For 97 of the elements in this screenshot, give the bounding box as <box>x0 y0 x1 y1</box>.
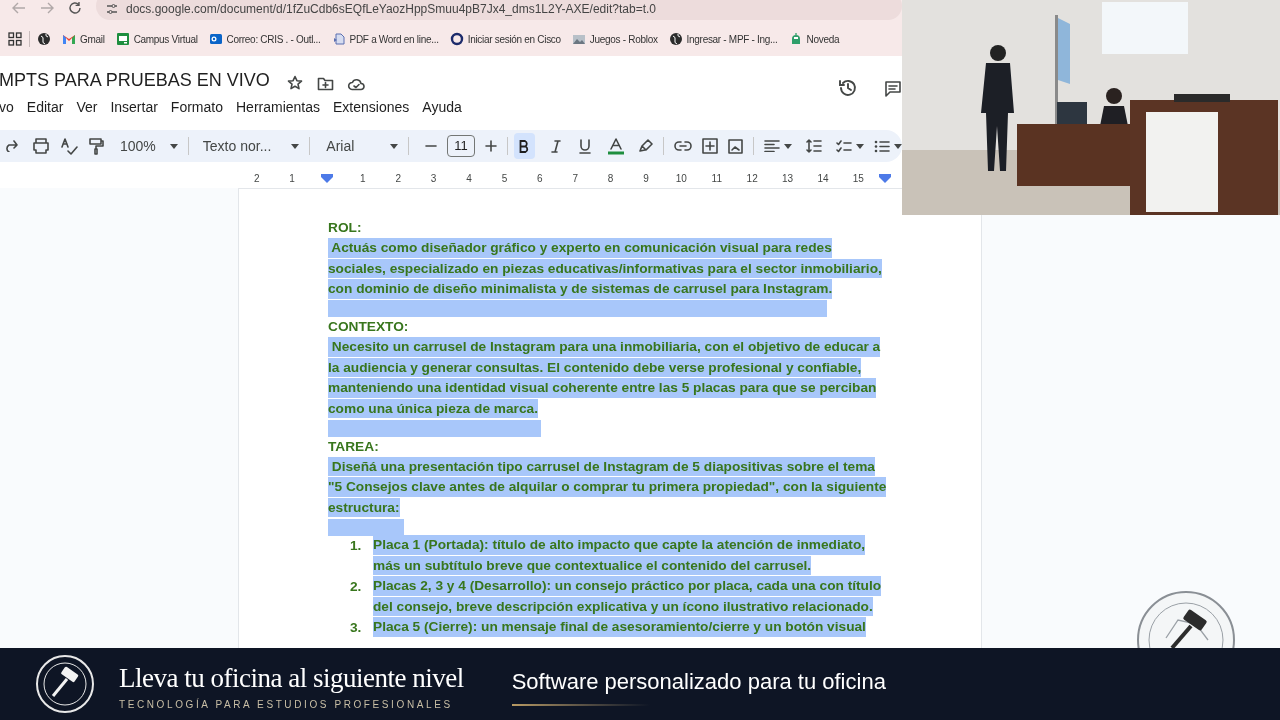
menu-item[interactable]: Ver <box>76 96 98 118</box>
caret-icon[interactable] <box>856 143 864 149</box>
bookmark[interactable]: Noveda <box>788 31 840 47</box>
tune-icon[interactable] <box>106 3 118 15</box>
star-icon[interactable] <box>286 75 303 91</box>
bulleted-list-icon[interactable] <box>874 139 890 153</box>
url-text: docs.google.com/document/d/1fZuCdb6sEQfLeYaozHppSmuu4pB7Jx4_dms1L2Y-AXE/edit?tab=t.0 <box>126 1 656 18</box>
align-left-icon[interactable] <box>764 140 780 152</box>
checklist-icon[interactable] <box>836 139 852 153</box>
bookmark[interactable]: Campus Virtual <box>115 31 198 47</box>
seal-icon <box>1136 588 1236 648</box>
ruler-number: 14 <box>816 171 830 186</box>
paragraph: Actuás como diseñador gráfico y experto en comunicación visual para redes sociales, especializado en piezas educativas/informativas para el sector inmobiliario, con dominio de diseño minimalista y de sistemas de carrusel para Instagram. <box>328 238 882 317</box>
list-item-text: Placa 1 (Portada): título de alto impacto que capte la atención de inmediato, más un subtítulo breve que contextualice el contenido del carrusel. <box>373 535 866 577</box>
ruler-number: 3 <box>429 171 438 186</box>
mail-icon <box>208 32 223 46</box>
banner-tagline: TECNOLOGÍA PARA ESTUDIOS PROFESIONALES <box>119 697 454 712</box>
document-icon <box>331 32 346 46</box>
list-item-text: Placas 2, 3 y 4 (Desarrollo): un consejo práctico por placa, cada una con título del consejo, breve descripción explicativa y un ícono ilustrativo relacionado. <box>373 576 882 618</box>
paragraph: Diseñá una presentación tipo carrusel de Instagram de 5 diapositivas sobre el tema "5 Consejos clave antes de alquilar o comprar tu primera propiedad", con la siguiente estructura: <box>328 457 887 536</box>
bookmark[interactable]: Juegos - Roblox <box>571 31 658 47</box>
menu-item[interactable]: Editar <box>26 96 64 118</box>
ruler-number: 9 <box>642 171 650 186</box>
menu-item[interactable]: Insertar <box>110 96 158 118</box>
bookmark[interactable]: PDF a Word en line... <box>331 31 439 47</box>
cloud-icon[interactable] <box>346 77 365 91</box>
paragraph: Necesito un carrusel de Instagram para una inmobiliaria, con el objetivo de educar a la audiencia y generar consultas. El contenido debe verse profesional y confiable, manteniendo una identidad visual coherente entre las 5 placas para que se perciban como una única pieza de marca. <box>328 337 881 437</box>
font-dropdown[interactable]: Arial <box>326 135 399 157</box>
ruler[interactable]: 2 1 1 2 3 4 5 6 7 8 9 10 11 12 13 14 15 <box>238 170 902 186</box>
gmail-icon <box>62 32 76 46</box>
paint-format-icon[interactable] <box>88 137 104 155</box>
redo-icon[interactable] <box>4 140 18 152</box>
menu-item[interactable]: Herramientas <box>236 96 320 118</box>
list-number: 2. <box>349 577 363 596</box>
bold-button[interactable] <box>513 133 535 159</box>
bookmark[interactable]: Iniciar sesión en Cisco <box>449 31 561 47</box>
list-number: 3. <box>349 618 363 637</box>
caret-icon[interactable] <box>390 143 399 149</box>
indent-marker-icon[interactable] <box>879 173 892 183</box>
menu-item[interactable]: Formato <box>170 96 223 118</box>
spellcheck-icon[interactable] <box>60 137 78 155</box>
banner-slogan: Software personalizado para tu oficina <box>511 667 886 696</box>
italic-icon[interactable] <box>551 139 561 153</box>
caret-icon[interactable] <box>784 143 792 149</box>
history-icon[interactable] <box>838 78 858 98</box>
reload-icon[interactable] <box>68 1 82 15</box>
font-size-field[interactable]: 11 <box>447 135 475 157</box>
ruler-number: 6 <box>536 171 544 186</box>
ruler-number: 15 <box>851 171 865 186</box>
section-heading: TAREA: <box>328 437 379 456</box>
caret-icon[interactable] <box>169 143 178 149</box>
style-dropdown[interactable]: Texto nor... <box>202 135 300 157</box>
document-title[interactable]: MPTS PARA PRUEBAS EN VIVO <box>0 67 270 94</box>
ruler-number: 12 <box>745 171 759 186</box>
text-color-icon[interactable] <box>607 137 625 155</box>
list-item-text: Placa 5 (Cierre): un mensaje final de asesoramiento/cierre y un botón visual <box>373 617 866 638</box>
gavel-logo-icon <box>35 654 95 714</box>
list-number: 1. <box>349 536 363 555</box>
address-bar[interactable]: docs.google.com/document/d/1fZuCdb6sEQfLeYaozHppSmuu4pB7Jx4_dms1L2Y-AXE/edit?tab=t.0 <box>96 0 902 20</box>
link-icon[interactable] <box>674 141 692 151</box>
zoom-dropdown[interactable]: 100% <box>120 135 178 157</box>
print-icon[interactable] <box>32 138 50 154</box>
indent-marker-icon[interactable] <box>321 173 334 183</box>
folder-icon[interactable] <box>316 76 334 91</box>
insert-image-icon[interactable] <box>728 138 743 154</box>
caret-icon[interactable] <box>291 143 300 149</box>
ruler-number: 5 <box>500 171 509 186</box>
highlighter-icon[interactable] <box>639 139 653 153</box>
ruler-number: 2 <box>394 171 403 186</box>
ruler-number: 4 <box>465 171 473 186</box>
ruler-number: 1 <box>288 171 296 186</box>
ruler-number: 11 <box>710 171 723 186</box>
ruler-number: 13 <box>781 171 795 186</box>
ruler-number: 1 <box>359 171 367 186</box>
caret-icon[interactable] <box>894 143 902 149</box>
menu-item[interactable]: Ayuda <box>422 96 462 118</box>
ruler-number: 10 <box>674 171 688 186</box>
ruler-number: 2 <box>252 171 261 186</box>
line-spacing-icon[interactable] <box>806 139 822 153</box>
comment-icon[interactable] <box>884 80 902 98</box>
image-icon <box>571 32 586 46</box>
section-heading: ROL: <box>328 219 362 237</box>
underline-icon[interactable] <box>579 138 591 154</box>
bookmark[interactable]: Ingresar - MPF - Ing... <box>668 31 778 47</box>
add-comment-icon[interactable] <box>702 138 718 154</box>
banner-headline: Lleva tu oficina al siguiente nivel <box>119 662 464 693</box>
ruler-number: 7 <box>571 171 579 186</box>
bookmark[interactable]: Correo: CRIS . - Outl... <box>208 31 321 47</box>
classroom-icon <box>115 32 130 46</box>
plus-icon[interactable] <box>484 140 497 152</box>
ruler-number: 8 <box>606 171 615 186</box>
apps-grid-icon[interactable] <box>8 32 22 46</box>
bookmark[interactable]: Gmail <box>62 31 105 47</box>
bold-icon <box>519 139 530 153</box>
menu-item[interactable]: Extensiones <box>333 96 410 118</box>
ring-icon <box>449 32 464 46</box>
section-heading: CONTEXTO: <box>328 318 409 336</box>
